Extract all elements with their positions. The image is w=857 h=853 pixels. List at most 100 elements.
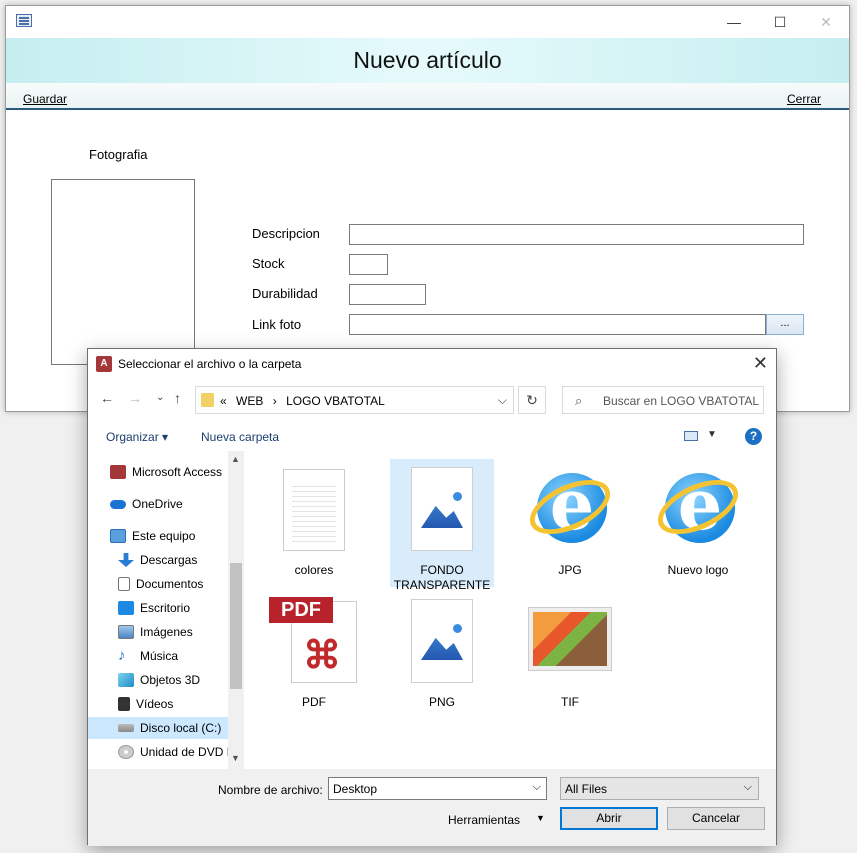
nav-item-label: Imágenes — [140, 625, 193, 639]
search-input[interactable]: Buscar en LOGO VBATOTAL — [603, 394, 759, 408]
up-arrow-icon[interactable]: ↑ — [174, 390, 181, 406]
image-file-icon — [411, 599, 473, 683]
tools-menu[interactable]: Herramientas — [448, 813, 520, 827]
cube-icon — [118, 673, 134, 687]
view-chevron-down-icon[interactable]: ▼ — [707, 429, 717, 440]
page-title: Nuevo artículo — [353, 47, 502, 73]
stock-input[interactable] — [349, 254, 388, 275]
breadcrumb-logo-vbatotal[interactable]: LOGO VBATOTAL — [286, 394, 385, 408]
text-document-icon — [283, 469, 345, 551]
durability-input[interactable] — [349, 284, 426, 305]
access-icon: A — [96, 356, 112, 372]
file-name-value: Desktop — [333, 782, 378, 796]
file-name: FONDO TRANSPARENTE — [393, 563, 491, 592]
photo-link-label: Link foto — [252, 317, 302, 332]
search-box[interactable]: ⌕ Buscar en LOGO VBATOTAL — [562, 386, 764, 414]
view-mode-icon[interactable] — [684, 431, 698, 441]
open-button[interactable]: Abrir — [560, 807, 658, 830]
internet-explorer-icon: e — [649, 465, 747, 551]
nav-scrollbar[interactable]: ▲ ▼ — [228, 451, 244, 769]
photo-link-input[interactable] — [349, 314, 766, 335]
scroll-down-icon[interactable]: ▼ — [231, 753, 240, 763]
file-name: JPG — [558, 563, 582, 577]
help-icon[interactable]: ? — [745, 428, 762, 445]
folder-icon — [201, 393, 214, 407]
nav-item-label: Objetos 3D — [140, 673, 201, 687]
form-titlebar: — ☐ ✕ — [6, 6, 849, 38]
description-input[interactable] — [349, 224, 804, 245]
drive-icon — [118, 724, 134, 732]
nav-item-dvd-drive[interactable]: Unidad de DVD F — [118, 741, 228, 763]
image-file-icon — [411, 467, 473, 551]
navigation-bar: ← → ⌄ ↑ « WEB › LOGO VBATOTAL ⌵ ↻ ⌕ Busc… — [88, 379, 776, 419]
file-item-colores[interactable]: colores — [262, 459, 366, 587]
paint-image-icon — [528, 607, 612, 671]
forward-arrow-icon[interactable]: → — [128, 390, 142, 406]
access-icon — [110, 465, 126, 479]
file-name: PDF — [302, 695, 326, 709]
file-item-png[interactable]: PNG — [390, 591, 494, 719]
file-type-select[interactable]: All Files ⌵ — [560, 777, 759, 800]
nav-item-label: Escritorio — [140, 601, 191, 615]
nav-item-label: Vídeos — [136, 697, 174, 711]
scroll-thumb[interactable] — [230, 563, 242, 689]
refresh-icon[interactable]: ↻ — [518, 386, 546, 414]
form-toolbar: Guardar Cerrar — [6, 83, 849, 110]
cloud-icon — [110, 499, 126, 509]
organize-button[interactable]: Organizar ▾ — [106, 430, 168, 444]
scroll-up-icon[interactable]: ▲ — [231, 454, 240, 464]
document-icon — [118, 577, 130, 591]
desktop-icon — [118, 601, 134, 615]
command-bar: Organizar ▾ Nueva carpeta ▼ ? — [88, 421, 776, 451]
cancel-button[interactable]: Cancelar — [667, 807, 765, 830]
download-icon — [118, 553, 134, 567]
maximize-button[interactable]: ☐ — [757, 6, 803, 38]
chevron-down-icon[interactable]: ⌵ — [744, 781, 752, 794]
file-name: TIF — [561, 695, 579, 709]
file-item-pdf[interactable]: PDF ⌘ PDF — [262, 591, 366, 719]
nav-item-label: Documentos — [136, 577, 204, 591]
breadcrumb-web[interactable]: WEB — [236, 394, 263, 408]
pdf-icon: PDF ⌘ — [269, 597, 359, 685]
tools-chevron-down-icon[interactable]: ▼ — [536, 813, 545, 823]
file-item-tif[interactable]: TIF — [518, 591, 622, 719]
nav-item-label: Este equipo — [132, 529, 196, 543]
file-item-fondo-transparente[interactable]: FONDO TRANSPARENTE — [390, 459, 494, 592]
photo-frame[interactable] — [51, 179, 195, 365]
nav-item-label: Microsoft Access — [132, 465, 223, 479]
file-name-label: Nombre de archivo: — [218, 783, 323, 797]
file-type-value: All Files — [565, 782, 608, 796]
recent-chevron-icon[interactable]: ⌄ — [156, 392, 164, 403]
minimize-button[interactable]: — — [711, 6, 757, 38]
breadcrumb-separator[interactable]: › — [273, 394, 277, 408]
search-icon: ⌕ — [575, 393, 583, 408]
close-form-button[interactable]: Cerrar — [787, 92, 821, 106]
nav-item-label: Disco local (C:) — [140, 721, 222, 735]
form-header: Nuevo artículo — [6, 38, 849, 83]
address-bar[interactable]: « WEB › LOGO VBATOTAL ⌵ — [195, 386, 514, 414]
save-button[interactable]: Guardar — [23, 92, 67, 106]
nav-item-label: Unidad de DVD F — [140, 745, 228, 759]
dvd-icon — [118, 745, 134, 759]
address-overflow[interactable]: « — [220, 394, 227, 408]
file-item-nuevo-logo[interactable]: e Nuevo logo — [646, 459, 750, 587]
dialog-title: Seleccionar el archivo o la carpeta — [118, 357, 302, 371]
dialog-close-icon[interactable]: ✕ — [753, 353, 768, 374]
file-item-jpg[interactable]: e JPG — [518, 459, 622, 587]
nav-item-local-disk-c[interactable]: Disco local (C:) — [88, 717, 228, 739]
pdf-tag: PDF — [269, 597, 333, 623]
nav-item-label: Música — [140, 649, 179, 663]
file-name-input[interactable]: Desktop ⌵ — [328, 777, 547, 800]
dialog-footer: Nombre de archivo: Desktop ⌵ All Files ⌵… — [88, 769, 776, 846]
form-app-icon — [16, 14, 32, 27]
browse-button[interactable]: ... — [766, 314, 804, 335]
back-arrow-icon[interactable]: ← — [100, 390, 114, 406]
new-folder-button[interactable]: Nueva carpeta — [201, 430, 279, 444]
address-chevron-down-icon[interactable]: ⌵ — [498, 393, 507, 408]
window-close-button[interactable]: ✕ — [803, 6, 849, 38]
computer-icon — [110, 529, 126, 543]
stock-label: Stock — [252, 256, 285, 271]
file-name: Nuevo logo — [667, 563, 729, 577]
chevron-down-icon[interactable]: ⌵ — [533, 781, 541, 794]
nav-item-label: OneDrive — [132, 497, 183, 511]
